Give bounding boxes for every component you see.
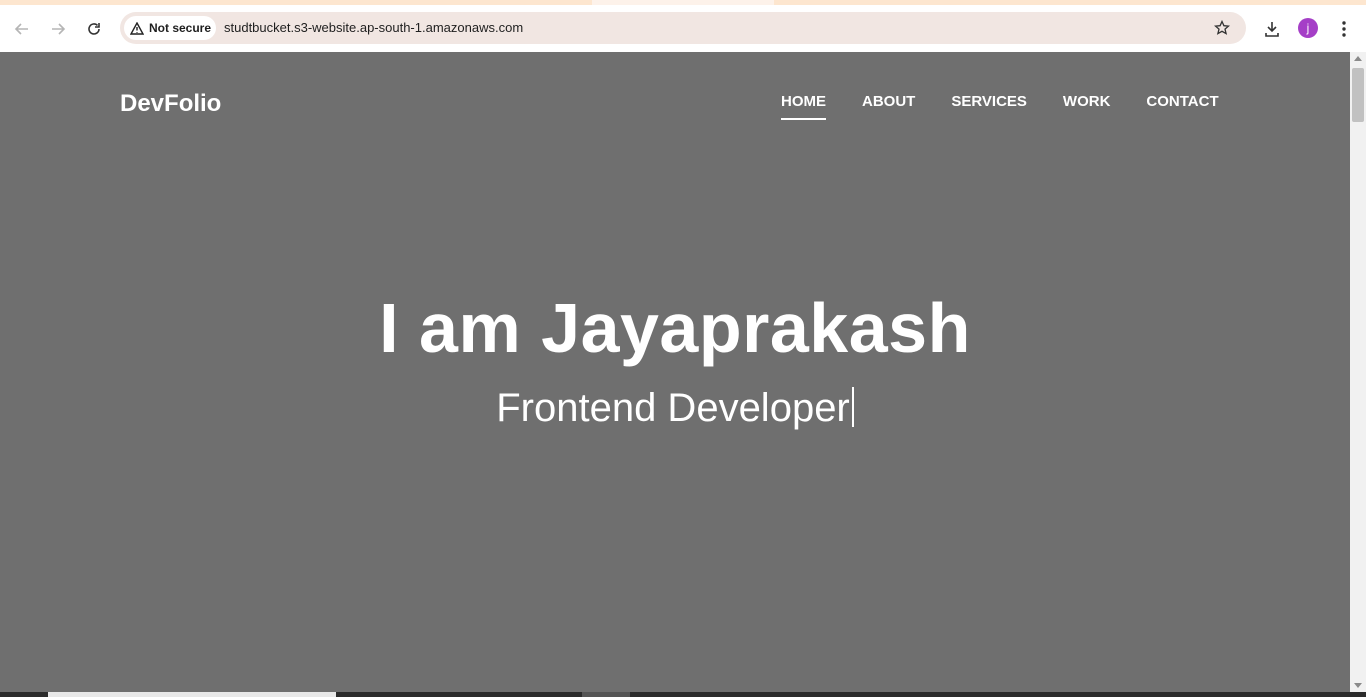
back-button[interactable]	[8, 15, 36, 43]
taskbar-edge	[0, 692, 1366, 697]
taskbar-segment	[582, 692, 630, 697]
address-bar[interactable]: Not secure studtbucket.s3-website.ap-sou…	[120, 12, 1246, 44]
kebab-menu-icon	[1342, 21, 1346, 37]
security-label: Not secure	[149, 21, 212, 35]
browser-toolbar: Not secure studtbucket.s3-website.ap-sou…	[0, 5, 1366, 52]
scrollbar-thumb[interactable]	[1352, 68, 1364, 122]
profile-avatar[interactable]: j	[1298, 18, 1318, 38]
star-icon	[1214, 20, 1230, 35]
forward-button[interactable]	[44, 15, 72, 43]
reload-button[interactable]	[80, 15, 108, 43]
scroll-up-arrow-icon[interactable]	[1354, 56, 1362, 61]
download-icon	[1265, 22, 1279, 37]
nav-contact[interactable]: CONTACT	[1146, 93, 1218, 118]
bookmark-button[interactable]	[1212, 18, 1232, 38]
hero-subtitle: Frontend Developer	[496, 386, 850, 430]
profile-initial: j	[1306, 21, 1310, 35]
browser-menu-button[interactable]	[1333, 18, 1355, 40]
typing-cursor	[851, 387, 854, 427]
nav-work[interactable]: WORK	[1063, 93, 1111, 118]
hero-subtitle-wrap: Frontend Developer	[0, 386, 1350, 431]
nav-home[interactable]: HOME	[781, 93, 826, 120]
reload-icon	[88, 23, 100, 35]
security-chip[interactable]: Not secure	[124, 16, 216, 40]
forward-icon	[52, 23, 66, 35]
nav-about[interactable]: ABOUT	[862, 93, 915, 118]
warning-icon	[130, 21, 144, 35]
site-logo[interactable]: DevFolio	[120, 90, 221, 118]
nav-services[interactable]: SERVICES	[951, 93, 1027, 118]
download-button[interactable]	[1261, 18, 1283, 40]
taskbar-segment	[48, 692, 336, 697]
hero-section: I am Jayaprakash Frontend Developer	[0, 288, 1350, 431]
main-nav: HOME ABOUT SERVICES WORK CONTACT	[781, 93, 1219, 120]
page-viewport: DevFolio HOME ABOUT SERVICES WORK CONTAC…	[0, 52, 1350, 692]
page-scrollbar[interactable]	[1350, 52, 1366, 692]
back-icon	[14, 23, 28, 35]
hero-title: I am Jayaprakash	[379, 289, 971, 367]
url-text[interactable]: studtbucket.s3-website.ap-south-1.amazon…	[224, 20, 523, 35]
scroll-down-arrow-icon[interactable]	[1354, 683, 1362, 688]
